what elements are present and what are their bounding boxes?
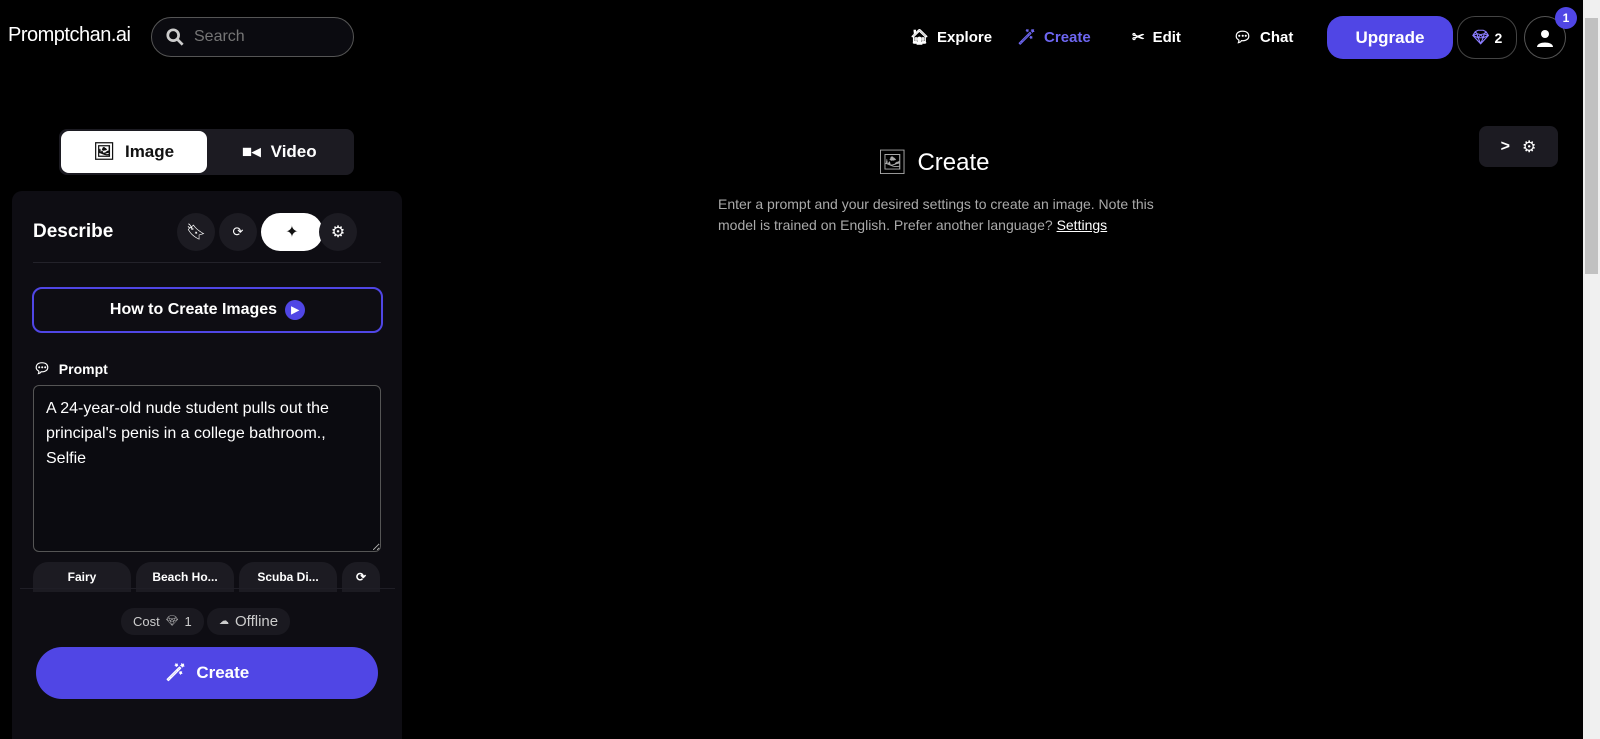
- panel-title: Describe: [33, 221, 114, 242]
- video-camera-icon: ■◂: [241, 142, 261, 161]
- refresh-icon: ⟳: [232, 224, 244, 239]
- play-icon: ▶: [285, 300, 306, 320]
- home-icon: 🏠︎: [910, 29, 930, 46]
- gear-icon: ⚙︎: [1522, 138, 1537, 156]
- gear-icon: ⚙︎: [330, 224, 346, 241]
- prompt-input[interactable]: A 24-year-old nude student pulls out the…: [33, 385, 381, 552]
- tab-image[interactable]: 🖼︎ Image: [61, 131, 207, 173]
- settings-drawer-button[interactable]: > ⚙︎: [1479, 126, 1558, 167]
- logo[interactable]: Promptchan.ai: [8, 24, 131, 47]
- search-icon: [166, 28, 184, 46]
- gem-icon: 💎︎: [1471, 29, 1490, 45]
- tab-video[interactable]: ■◂ Video: [207, 131, 353, 173]
- gem-count: 2: [1494, 29, 1503, 46]
- create-label: Create: [196, 663, 250, 682]
- settings-button[interactable]: ⚙︎: [319, 213, 357, 251]
- status-label: Offline: [235, 613, 279, 630]
- how-to-button[interactable]: How to Create Images ▶: [32, 287, 383, 333]
- page-title: 🖼︎ Create: [877, 148, 990, 177]
- comment-icon: 💬︎: [33, 360, 51, 376]
- magic-wand-icon: 🪄︎: [1017, 29, 1037, 46]
- tab-label: Video: [270, 142, 317, 161]
- nav-chat[interactable]: 💬︎ Chat: [1233, 28, 1294, 47]
- chat-icon: 💬︎: [1233, 29, 1253, 46]
- search-input[interactable]: [194, 28, 334, 46]
- nav-label: Edit: [1152, 28, 1181, 46]
- user-icon: [1537, 29, 1553, 47]
- chevron-right-icon: >: [1500, 137, 1510, 155]
- nav-edit[interactable]: ✂︎ Edit: [1132, 28, 1181, 47]
- nav-label: Explore: [937, 28, 993, 46]
- panel-tools: 🔖︎ ⟳ ✦ ⚙︎: [177, 213, 357, 251]
- magic-wand-icon: 🪄︎: [164, 663, 187, 682]
- offline-icon: ☁︎: [219, 616, 229, 627]
- nav-label: Chat: [1260, 28, 1294, 46]
- gems-button[interactable]: 💎︎ 2: [1457, 16, 1517, 59]
- magic-button[interactable]: ✦: [261, 213, 323, 251]
- divider: [20, 588, 395, 589]
- sparkle-icon: ✦: [285, 224, 299, 241]
- upgrade-button[interactable]: Upgrade: [1327, 16, 1453, 59]
- scissors-icon: ✂︎: [1132, 29, 1145, 46]
- image-icon: 🖼︎: [877, 149, 908, 176]
- divider: [33, 262, 381, 263]
- page-title-text: Create: [917, 148, 990, 176]
- cost-badge: Cost 💎︎ 1: [121, 608, 204, 635]
- refresh-button[interactable]: ⟳: [219, 213, 257, 251]
- page-description: Enter a prompt and your desired settings…: [718, 194, 1158, 236]
- mode-toggle[interactable]: 🖼︎ Image ■◂ Video: [59, 129, 354, 175]
- prompt-label: 💬︎ Prompt: [33, 360, 108, 377]
- search-box[interactable]: [151, 17, 354, 57]
- prompt-label-text: Prompt: [58, 360, 108, 377]
- status-badge: ☁︎ Offline: [207, 608, 291, 635]
- refresh-icon: ⟳: [355, 570, 367, 584]
- cost-label: Cost: [133, 614, 160, 629]
- how-to-label: How to Create Images: [109, 301, 278, 318]
- nav-label: Create: [1044, 28, 1091, 46]
- nav-explore[interactable]: 🏠︎ Explore: [910, 28, 993, 47]
- settings-link[interactable]: Settings: [1057, 217, 1108, 233]
- nav-create[interactable]: 🪄︎ Create: [1017, 28, 1091, 47]
- create-button[interactable]: 🪄︎ Create: [36, 647, 378, 699]
- cost-value: 1: [184, 614, 192, 629]
- scrollbar[interactable]: [1583, 0, 1600, 739]
- tab-label: Image: [124, 142, 175, 161]
- notification-badge: 1: [1555, 7, 1577, 29]
- image-icon: 🖼︎: [93, 142, 115, 161]
- gem-icon: 💎︎: [165, 616, 179, 627]
- bookmark-button[interactable]: 🔖︎: [177, 213, 215, 251]
- bookmark-icon: 🔖︎: [185, 224, 207, 241]
